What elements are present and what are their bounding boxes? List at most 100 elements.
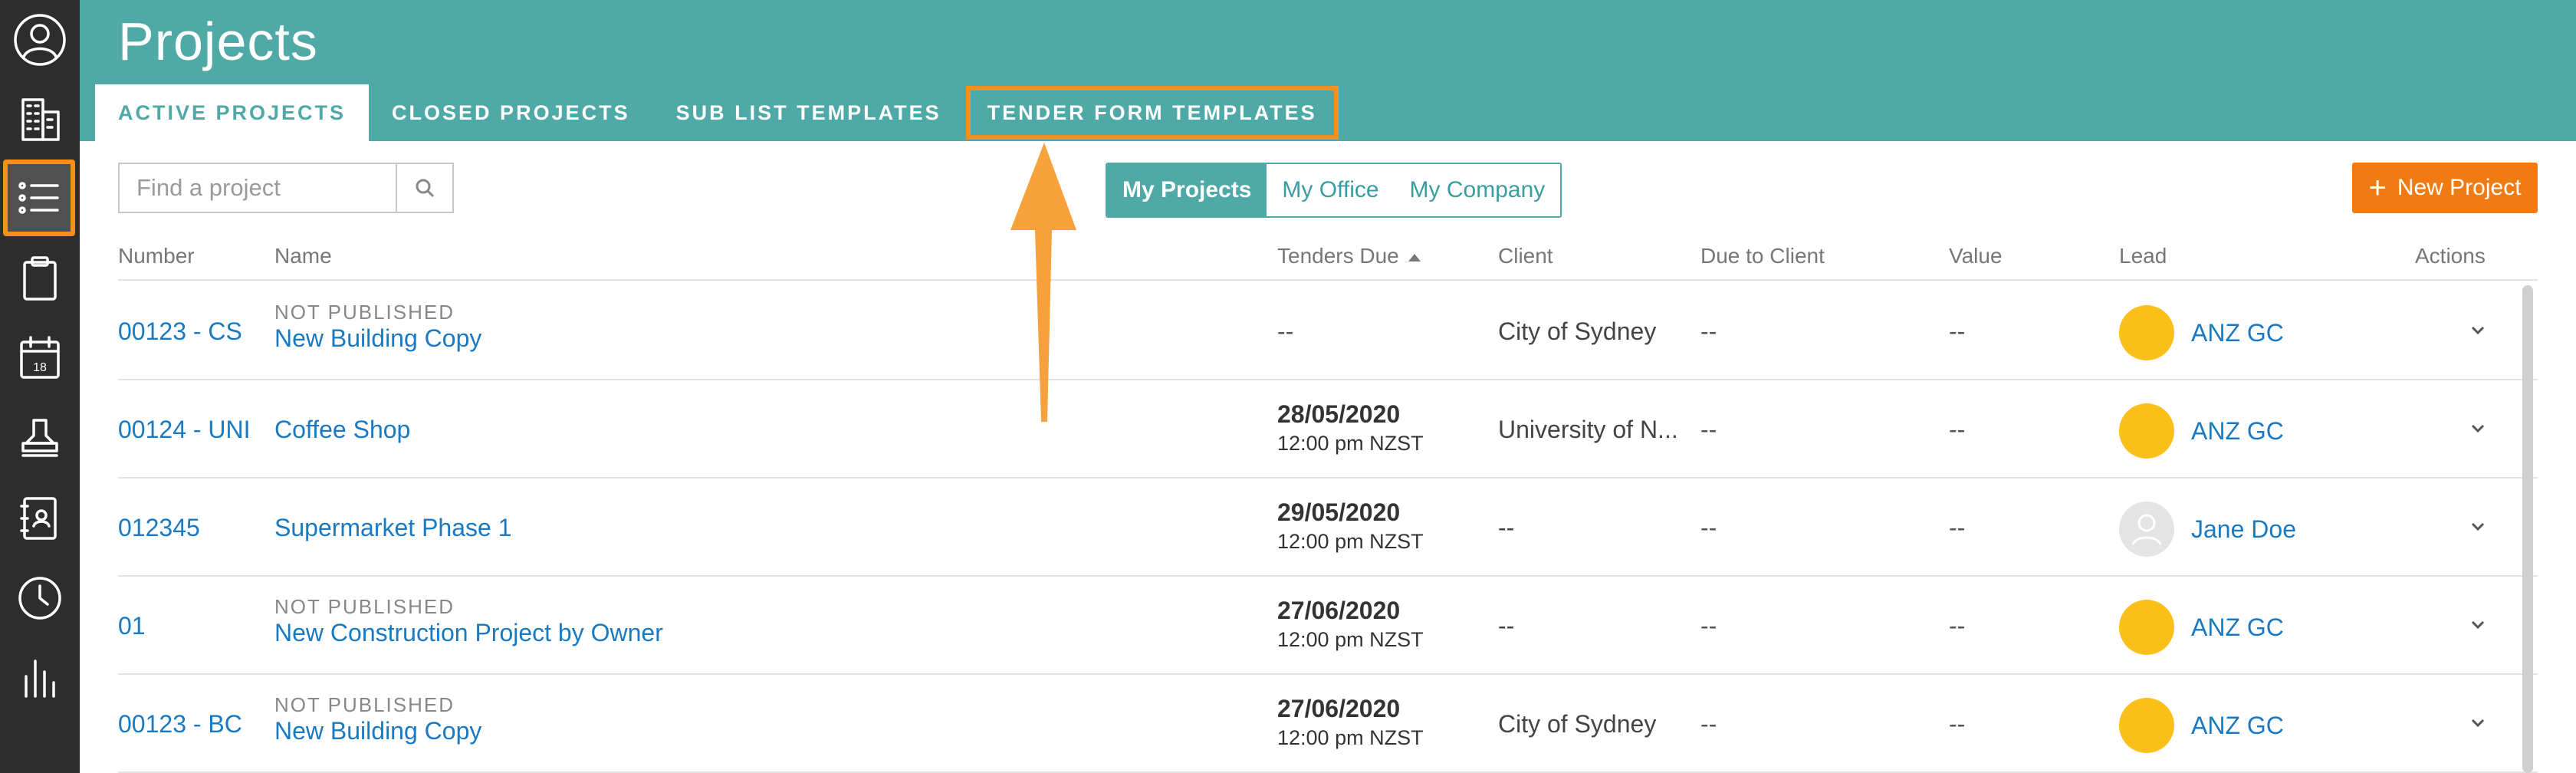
col-client[interactable]: Client (1498, 244, 1553, 268)
calendar-day-text: 18 (33, 361, 47, 374)
scope-my-projects[interactable]: My Projects (1107, 164, 1267, 216)
chevron-down-icon (2471, 719, 2485, 728)
plus-icon: + (2368, 171, 2387, 205)
project-number[interactable]: 00123 - CS (118, 317, 242, 346)
lead-name[interactable]: ANZ GC (2191, 712, 2284, 740)
table-row[interactable]: 00123 - BC NOT PUBLISHED New Building Co… (118, 675, 2538, 773)
tab-active-projects[interactable]: ACTIVE PROJECTS (95, 84, 370, 141)
chevron-down-icon (2471, 620, 2485, 630)
value-cell: -- (1949, 416, 1966, 443)
col-due-to-client[interactable]: Due to Client (1700, 244, 1825, 268)
chevron-down-icon (2471, 522, 2485, 531)
lead-name[interactable]: ANZ GC (2191, 613, 2284, 642)
directory-nav-item[interactable] (0, 479, 80, 558)
lead-cell[interactable]: ANZ GC (2119, 305, 2284, 360)
lead-cell[interactable]: ANZ GC (2119, 698, 2284, 753)
lead-cell[interactable]: ANZ GC (2119, 600, 2284, 655)
tenders-due-cell: -- (1277, 317, 1293, 346)
project-name[interactable]: Supermarket Phase 1 (274, 514, 512, 542)
reports-nav-item[interactable] (0, 638, 80, 718)
profile-nav-item[interactable] (0, 0, 80, 80)
companies-nav-item[interactable] (0, 80, 80, 160)
project-number[interactable]: 01 (118, 612, 146, 640)
stamp-icon (21, 419, 58, 457)
project-name-cell: Supermarket Phase 1 (274, 514, 512, 542)
project-name[interactable]: New Building Copy (274, 324, 481, 353)
project-name[interactable]: Coffee Shop (274, 416, 410, 444)
tasks-nav-item[interactable] (0, 239, 80, 319)
history-nav-item[interactable] (0, 558, 80, 638)
col-actions: Actions (2415, 244, 2486, 268)
project-number[interactable]: 00124 - UNI (118, 416, 251, 444)
lead-name[interactable]: ANZ GC (2191, 319, 2284, 347)
tenders-due-cell: 27/06/2020 12:00 pm NZST (1277, 695, 1424, 750)
building-icon (21, 98, 60, 141)
approvals-nav-item[interactable] (0, 399, 80, 479)
search-input[interactable] (118, 163, 396, 213)
list-icon (18, 182, 59, 214)
table-row[interactable]: 012345 Supermarket Phase 1 29/05/2020 12… (118, 479, 2538, 577)
lead-cell[interactable]: Jane Doe (2119, 502, 2296, 557)
project-name-cell: NOT PUBLISHED New Building Copy (274, 693, 481, 745)
scrollbar[interactable] (2522, 285, 2533, 773)
tab-closed-projects[interactable]: CLOSED PROJECTS (369, 84, 653, 141)
due-to-client-cell: -- (1700, 416, 1717, 443)
tender-date: -- (1277, 317, 1294, 345)
status-label: NOT PUBLISHED (274, 693, 455, 716)
col-number[interactable]: Number (118, 244, 195, 268)
avatar (2119, 502, 2174, 557)
calendar-nav-item[interactable]: 18 (0, 319, 80, 399)
table-row[interactable]: 00123 - CS NOT PUBLISHED New Building Co… (118, 282, 2538, 380)
lead-name[interactable]: Jane Doe (2191, 515, 2296, 544)
tab-tender-form-templates[interactable]: TENDER FORM TEMPLATES (964, 84, 1340, 141)
col-name[interactable]: Name (274, 244, 332, 268)
tab-sub-list-templates[interactable]: SUB LIST TEMPLATES (653, 84, 964, 141)
table-row[interactable]: 01 NOT PUBLISHED New Construction Projec… (118, 577, 2538, 675)
user-circle-icon (14, 14, 66, 66)
due-to-client-cell: -- (1700, 317, 1717, 345)
row-actions-button[interactable] (2464, 709, 2492, 736)
status-label: NOT PUBLISHED (274, 595, 455, 618)
scope-my-office[interactable]: My Office (1267, 164, 1395, 216)
scope-my-company[interactable]: My Company (1394, 164, 1561, 216)
table-header: Number Name Tenders Due Client Due to Cl… (118, 239, 2538, 281)
sort-asc-icon (1408, 253, 1421, 262)
project-name[interactable]: New Construction Project by Owner (274, 619, 663, 647)
row-actions-button[interactable] (2464, 414, 2492, 442)
tenders-due-cell: 29/05/2020 12:00 pm NZST (1277, 498, 1424, 554)
tender-date: 27/06/2020 (1277, 597, 1401, 624)
client-cell: -- (1498, 612, 1515, 640)
col-lead[interactable]: Lead (2119, 244, 2167, 268)
new-project-button[interactable]: + New Project (2352, 163, 2538, 213)
client-cell: University of N... (1498, 416, 1678, 443)
search-icon (416, 179, 435, 198)
project-number[interactable]: 00123 - BC (118, 710, 242, 738)
projects-nav-item[interactable] (3, 160, 75, 236)
row-actions-button[interactable] (2464, 610, 2492, 638)
due-to-client-cell: -- (1700, 514, 1717, 541)
lead-name[interactable]: ANZ GC (2191, 417, 2284, 446)
search-button[interactable] (396, 163, 454, 213)
avatar (2119, 600, 2174, 655)
table-row[interactable]: 00124 - UNI Coffee Shop 28/05/2020 12:00… (118, 380, 2538, 479)
col-value[interactable]: Value (1949, 244, 2003, 268)
project-name-cell: NOT PUBLISHED New Construction Project b… (274, 595, 663, 647)
col-tenders-due[interactable]: Tenders Due (1277, 244, 1421, 268)
lead-cell[interactable]: ANZ GC (2119, 403, 2284, 459)
project-name[interactable]: New Building Copy (274, 717, 481, 745)
value-cell: -- (1949, 612, 1966, 640)
client-cell: City of Sydney (1498, 317, 1657, 345)
value-cell: -- (1949, 514, 1966, 541)
clock-icon (18, 577, 61, 620)
new-project-label: New Project (2397, 175, 2522, 200)
due-to-client-cell: -- (1700, 710, 1717, 738)
project-number[interactable]: 012345 (118, 514, 200, 542)
row-actions-button[interactable] (2464, 512, 2492, 540)
client-cell: City of Sydney (1498, 710, 1657, 738)
row-actions-button[interactable] (2464, 316, 2492, 344)
project-name-cell: Coffee Shop (274, 416, 410, 444)
address-book-icon (20, 497, 57, 540)
value-cell: -- (1949, 710, 1966, 738)
tender-time: 12:00 pm NZST (1277, 628, 1424, 651)
project-tabs: ACTIVE PROJECTS CLOSED PROJECTS SUB LIST… (95, 84, 1340, 141)
